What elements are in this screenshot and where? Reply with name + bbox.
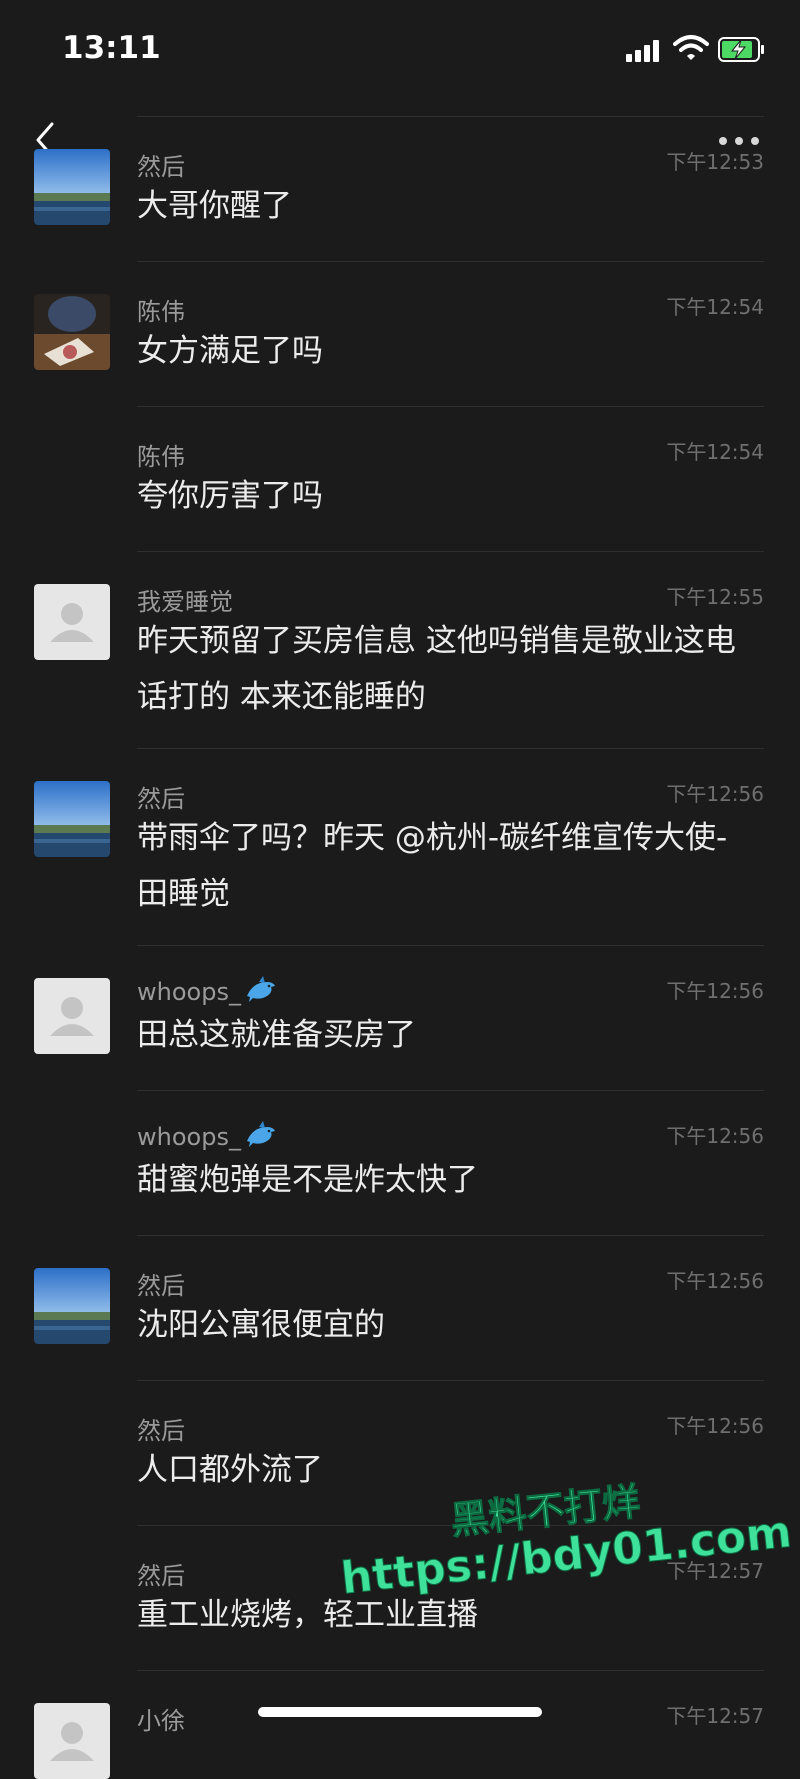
message-time: 下午12:54 [666,440,764,464]
divider [137,116,764,117]
home-indicator[interactable] [258,1707,542,1717]
message-time: 下午12:53 [666,150,764,174]
watermark: 黑料不打烊 https://bdy01.com [338,1479,794,1610]
sender-name-text: whoops_ [137,1123,241,1151]
message-time: 下午12:57 [666,1704,764,1728]
divider [137,1380,764,1381]
message-time: 下午12:56 [666,782,764,806]
chat-message[interactable]: 我爱睡觉 下午12:55 昨天预留了买房信息 这他吗销售是敬业这电话打的 本来还… [0,551,800,747]
battery-charging-icon [718,37,764,62]
sender-name: 陈伟 [137,443,185,471]
sender-name: 然后 [137,1272,185,1300]
dolphin-icon [246,1121,275,1147]
sender-name: 然后 [137,785,185,813]
sender-name: 陈伟 [137,298,185,326]
divider [137,551,764,552]
divider [137,261,764,262]
avatar-default-icon[interactable] [34,584,110,660]
chat-message[interactable]: 小徐 下午12:57 [0,1670,800,1779]
avatar-landscape[interactable] [34,149,110,225]
message-time: 下午12:54 [666,295,764,319]
divider [137,1235,764,1236]
status-time: 13:11 [62,30,161,66]
chat-message[interactable]: 陈伟 下午12:54 夸你厉害了吗 [0,406,800,550]
sender-name: 然后 [137,153,185,181]
avatar-photo[interactable] [34,294,110,370]
sender-name: whoops_ [137,976,277,1006]
chat-message[interactable]: whoops_ 下午12:56 甜蜜炮弹是不是炸太快了 [0,1090,800,1234]
message-text: 田总这就准备买房了 [137,1017,416,1053]
message-time: 下午12:56 [666,1269,764,1293]
divider [137,748,764,749]
message-text: 甜蜜炮弹是不是炸太快了 [137,1162,478,1198]
sender-name: 然后 [137,1417,185,1445]
avatar-landscape[interactable] [34,781,110,857]
message-text: 夸你厉害了吗 [137,478,323,514]
message-text: 女方满足了吗 [137,333,323,369]
message-time: 下午12:56 [666,1124,764,1148]
message-time: 下午12:56 [666,979,764,1003]
wifi-icon [673,35,709,60]
chat-message[interactable]: 然后 下午12:53 大哥你醒了 [0,116,800,260]
divider [137,406,764,407]
message-text: 沈阳公寓很便宜的 [137,1307,385,1343]
sender-name: whoops_ [137,1121,277,1151]
dolphin-icon [246,976,275,1002]
cellular-signal-icon [626,38,664,62]
chat-message[interactable]: whoops_ 下午12:56 田总这就准备买房了 [0,945,800,1089]
chat-message[interactable]: 陈伟 下午12:54 女方满足了吗 [0,261,800,405]
message-text: 昨天预留了买房信息 这他吗销售是敬业这电话打的 本来还能睡的 [137,623,736,715]
divider [137,1670,764,1671]
sender-name: 小徐 [137,1707,185,1735]
avatar-default-icon[interactable] [34,1703,110,1779]
message-text: 大哥你醒了 [137,188,292,224]
message-text: 带雨伞了吗？昨天 @杭州-碳纤维宣传大使-田睡觉 [137,820,728,912]
divider [137,1090,764,1091]
divider [137,945,764,946]
sender-name: 然后 [137,1562,185,1590]
avatar-landscape[interactable] [34,1268,110,1344]
avatar-default-icon[interactable] [34,978,110,1054]
chat-message[interactable]: 然后 下午12:56 带雨伞了吗？昨天 @杭州-碳纤维宣传大使-田睡觉 [0,748,800,944]
sender-name: 我爱睡觉 [137,588,233,616]
chat-message[interactable]: 然后 下午12:56 沈阳公寓很便宜的 [0,1235,800,1379]
status-bar: 13:11 [0,0,800,100]
message-time: 下午12:56 [666,1414,764,1438]
sender-name-text: whoops_ [137,978,241,1006]
message-time: 下午12:55 [666,585,764,609]
